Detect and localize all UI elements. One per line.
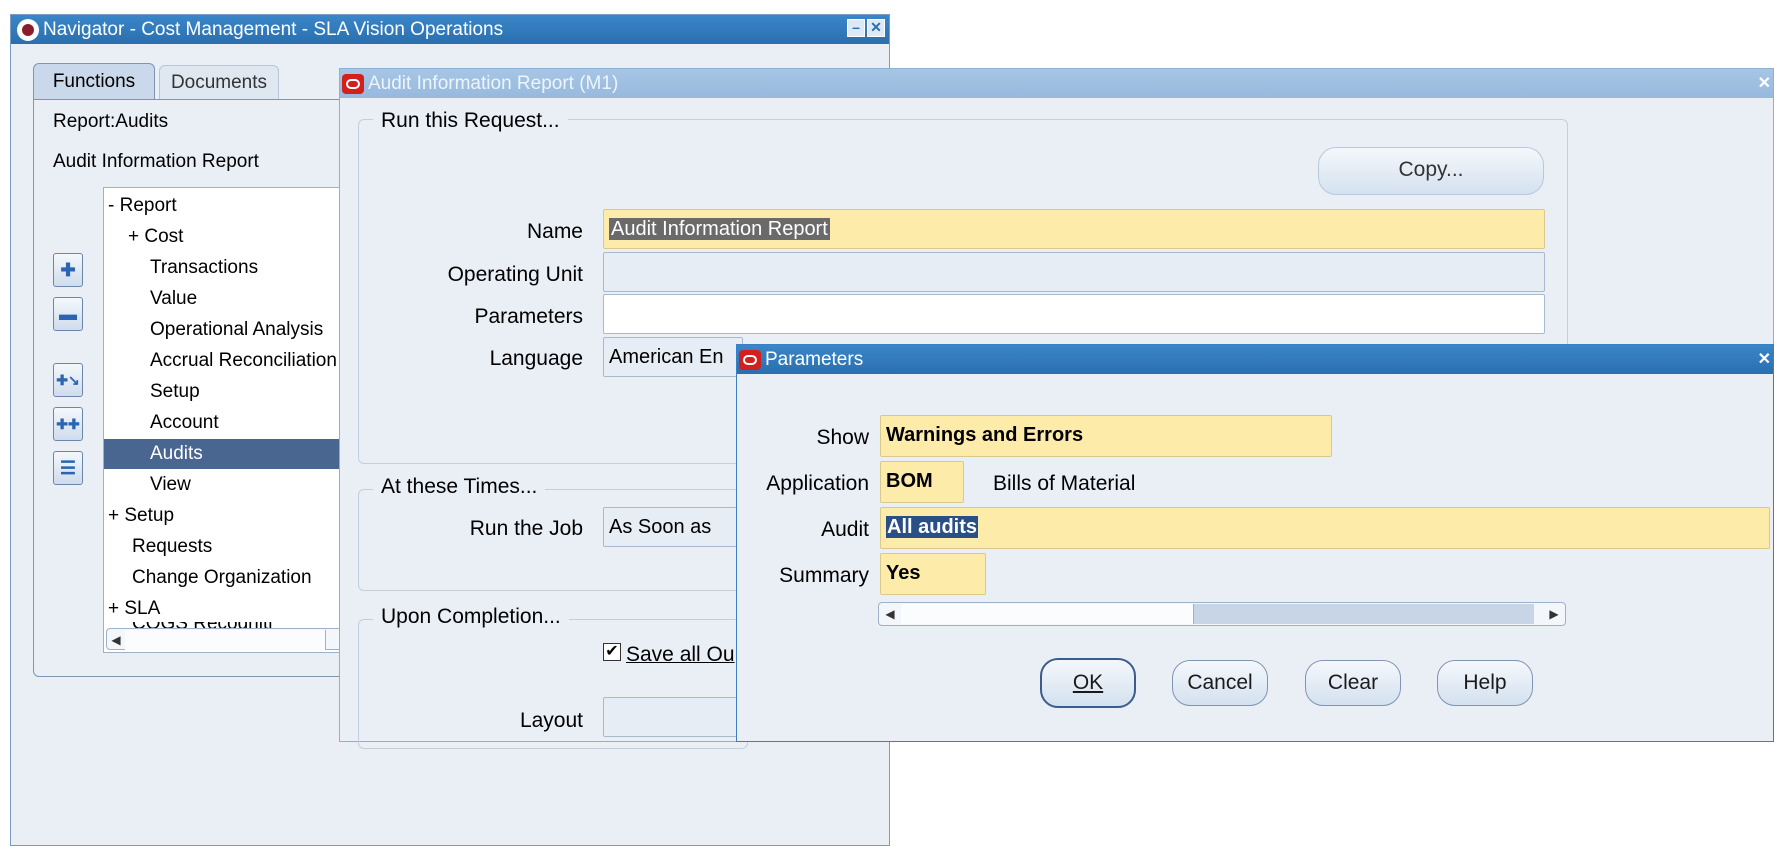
tree-item-label: Audits (150, 443, 203, 464)
close-icon[interactable]: ✕ (1758, 349, 1771, 369)
summary-value: Yes (886, 562, 921, 584)
navigator-titlebar[interactable]: Navigator - Cost Management - SLA Vision… (11, 15, 889, 44)
help-button-label: Help (1463, 671, 1507, 694)
help-button[interactable]: Help (1437, 660, 1533, 706)
tree-item-label: Setup (150, 381, 200, 402)
application-label: Application (766, 472, 869, 495)
tree-item-label: + SLA (108, 598, 161, 619)
name-label: Name (526, 220, 583, 243)
layout-field[interactable] (603, 697, 743, 737)
save-output-label-text: Save all Ou (626, 643, 735, 666)
copy-button-label: Copy... (1398, 158, 1464, 181)
language-label: Language (489, 347, 583, 370)
application-description: Bills of Material (993, 472, 1136, 495)
clear-button-label: Clear (1327, 671, 1379, 694)
tab-documents[interactable]: Documents (159, 65, 279, 99)
times-group-label: At these Times... (373, 475, 546, 499)
close-icon[interactable]: ✕ (1758, 73, 1771, 93)
audit-field[interactable]: All audits (880, 507, 1770, 549)
collapse-all-icon[interactable]: ☰ (53, 451, 83, 485)
application-field[interactable]: BOM (880, 461, 964, 503)
run-job-label: Run the Job (469, 517, 583, 540)
ok-button[interactable]: OK (1040, 658, 1136, 708)
tree-item-label: Transactions (150, 257, 259, 278)
show-value: Warnings and Errors (886, 424, 1084, 446)
tree-item-label: + Setup (108, 505, 175, 526)
report-titlebar[interactable]: Audit Information Report (M1) ✕ (340, 69, 1773, 98)
application-value: BOM (886, 470, 933, 492)
expand-branch-icon[interactable]: ✚↘ (53, 363, 83, 397)
collapse-icon[interactable]: ▬ (53, 297, 83, 331)
run-request-group-label: Run this Request... (373, 109, 568, 133)
navigator-title: Navigator - Cost Management - SLA Vision… (43, 18, 504, 40)
parameters-label: Parameters (474, 305, 583, 328)
tab-functions-label: Functions (52, 71, 136, 92)
language-field[interactable]: American En (603, 337, 743, 377)
tree-item-label: Accrual Reconciliation (150, 350, 337, 371)
tree-item-label: - Report (108, 195, 177, 216)
save-output-label: Save all Ou (626, 643, 735, 667)
name-field[interactable]: Audit Information Report (603, 209, 1545, 249)
scroll-left-icon[interactable]: ◀ (881, 603, 899, 625)
tree-item-label: View (150, 474, 191, 495)
tree-item-label: Requests (132, 536, 213, 557)
close-icon[interactable]: ✕ (867, 19, 885, 37)
save-output-checkbox[interactable]: ✔ (603, 643, 621, 661)
cancel-button-label: Cancel (1187, 671, 1253, 694)
cancel-button[interactable]: Cancel (1172, 660, 1268, 706)
minimize-icon[interactable]: – (847, 19, 865, 37)
operating-unit-label: Operating Unit (447, 263, 583, 286)
tree-item-label: Value (150, 288, 198, 309)
tab-functions[interactable]: Functions (33, 63, 155, 99)
show-field[interactable]: Warnings and Errors (880, 415, 1332, 457)
scroll-track[interactable] (1194, 604, 1534, 624)
audit-value: All audits (886, 516, 979, 538)
tab-documents-label: Documents (170, 72, 268, 93)
summary-label: Summary (779, 564, 869, 587)
expand-icon[interactable]: ✚ (53, 253, 83, 287)
selected-function-label: Audit Information Report (53, 151, 259, 172)
completion-group-label: Upon Completion... (373, 605, 569, 629)
tree-item-label: + Cost (128, 226, 184, 247)
operating-unit-field[interactable] (603, 252, 1545, 292)
scroll-left-icon[interactable]: ◀ (107, 629, 125, 651)
parameters-title: Parameters (765, 348, 864, 370)
parameters-field[interactable] (603, 294, 1545, 334)
ok-button-label: OK (1072, 671, 1104, 694)
name-value: Audit Information Report (609, 218, 830, 240)
report-title: Audit Information Report (M1) (368, 72, 619, 94)
run-job-field[interactable]: As Soon as (603, 507, 743, 547)
layout-label: Layout (519, 709, 583, 732)
scroll-thumb[interactable] (901, 604, 1194, 624)
oracle-icon (739, 349, 761, 370)
tree-item-label: Account (150, 412, 219, 433)
show-label: Show (816, 426, 869, 449)
copy-button[interactable]: Copy... (1318, 147, 1544, 195)
parameters-hscroll[interactable]: ◀ ▶ (878, 602, 1566, 626)
oracle-icon (342, 73, 364, 94)
scroll-right-icon[interactable]: ▶ (1545, 603, 1563, 625)
app-icon (17, 18, 39, 41)
breadcrumb: Report:Audits (53, 111, 169, 132)
tree-item-label: Change Organization (132, 567, 312, 588)
scroll-thumb[interactable] (125, 630, 326, 650)
tree-item-label: Operational Analysis (150, 319, 324, 340)
summary-field[interactable]: Yes (880, 553, 986, 595)
parameters-titlebar[interactable]: Parameters ✕ (737, 345, 1773, 374)
parameters-window: Parameters ✕ Show Warnings and Errors Ap… (736, 344, 1774, 742)
audit-label: Audit (821, 518, 869, 541)
clear-button[interactable]: Clear (1305, 660, 1401, 706)
expand-all-icon[interactable]: ✚✚ (53, 407, 83, 441)
